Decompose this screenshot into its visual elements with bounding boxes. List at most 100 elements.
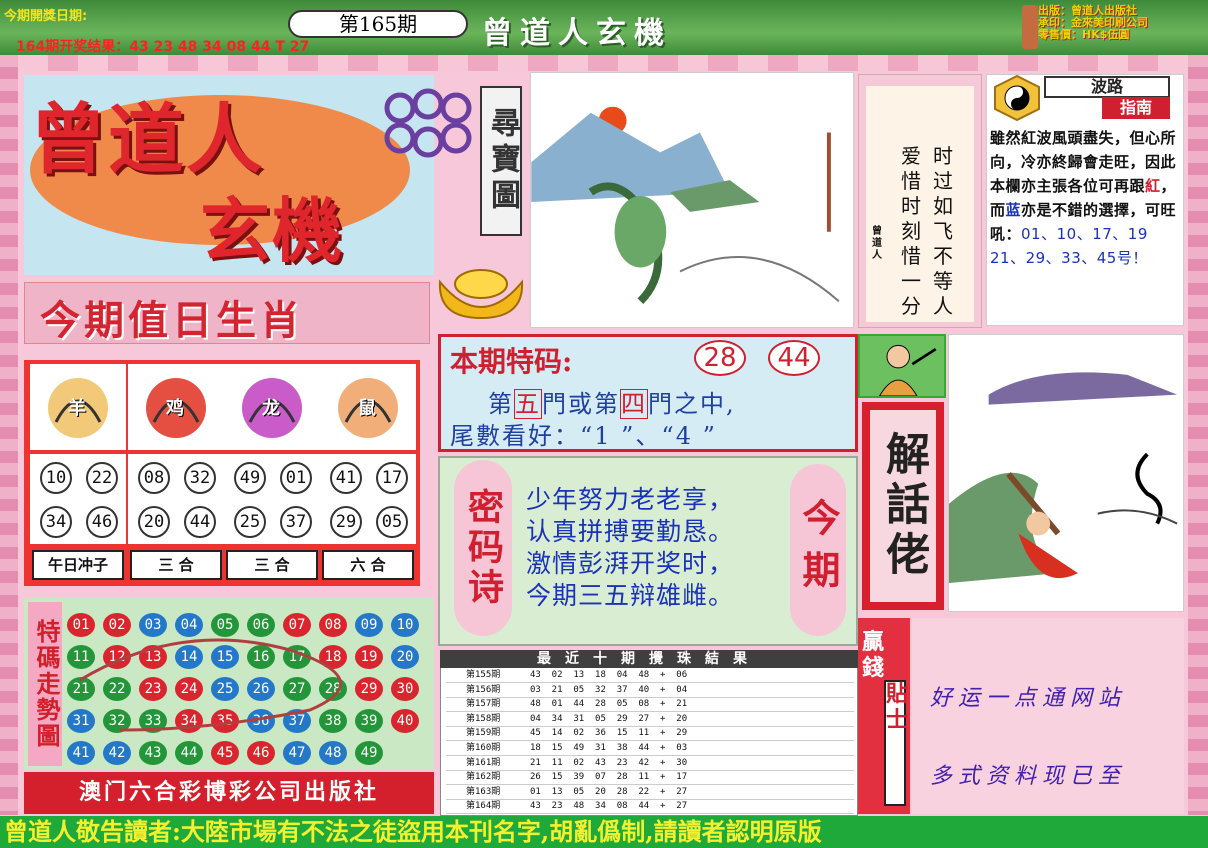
- rooster-icon: 鸡: [128, 364, 224, 450]
- special-line1-c: 門或第: [542, 390, 620, 418]
- result-numbers: 18 15 49 31 38 44 + 03: [530, 743, 688, 753]
- zodiac-relation-label: 三 合: [226, 550, 318, 580]
- left-border: [0, 55, 18, 815]
- boatman-painting: [948, 334, 1184, 612]
- number-ball: 29: [330, 506, 362, 538]
- top-stripe: [18, 55, 1188, 71]
- logo-line1: 曾道人: [30, 95, 264, 184]
- secret-poem-line: 激情彭湃开奖时，: [526, 549, 735, 578]
- number-ball: 25: [234, 506, 266, 538]
- special-line1-a: 第: [488, 390, 514, 418]
- number-ball: 41: [330, 462, 362, 494]
- result-numbers: 45 14 02 36 15 11 + 29: [530, 728, 688, 739]
- special-code-title: 本期特码:: [450, 345, 573, 378]
- yin-yang-icon: [994, 75, 1040, 121]
- poem-signature: 曾道人: [872, 226, 882, 261]
- result-numbers: 43 02 13 18 04 48 + 06: [530, 670, 688, 680]
- number-ball: 01: [280, 462, 312, 494]
- special-line1-e: 門之中,: [648, 390, 736, 418]
- tips-line2: 多式资料现已至: [930, 764, 1127, 789]
- number-ball: 17: [376, 462, 408, 494]
- number-ball: 10: [40, 462, 72, 494]
- results-title: 最近十期攪珠結果: [440, 650, 858, 668]
- zodiac-char: 羊: [68, 398, 86, 419]
- publisher-icon: [1022, 5, 1038, 49]
- zodiac-relation-label: 午日冲子: [32, 550, 124, 580]
- last-result: 164期开奖结果：43 23 48 34 08 44 T 27: [16, 39, 310, 55]
- rings-icon: [384, 88, 472, 158]
- guide-word-blue: 蓝: [1005, 201, 1022, 219]
- zodiac-relation-label: 六 合: [322, 550, 414, 580]
- treasure-map-label: 尋寶圖: [480, 86, 522, 236]
- zodiac-char: 鼠: [358, 398, 376, 419]
- secret-poem-line: 认真拼搏要勤恳。: [526, 517, 735, 546]
- right-border: [1188, 55, 1208, 815]
- man-cartoon-icon: [858, 334, 946, 398]
- result-period: 第161期: [466, 757, 501, 768]
- guide-text: 雖然紅波風頭盡失，但心所向，冷亦終歸會走旺，因此本欄亦主張各位可再跟紅，而蓝亦是…: [990, 126, 1182, 270]
- result-numbers: 26 15 39 07 28 11 + 17: [530, 772, 688, 783]
- result-period: 第160期: [466, 743, 501, 753]
- logo-line2: 玄機: [200, 189, 344, 272]
- tips-line1: 好运一点通网站: [930, 686, 1127, 711]
- result-period: 第156期: [466, 684, 501, 695]
- frog-painting: [530, 72, 854, 328]
- number-ball: 20: [138, 506, 170, 538]
- zodiac-relation-label: 三 合: [130, 550, 222, 580]
- number-ball: 08: [138, 462, 170, 494]
- result-numbers: 48 01 44 28 05 08 + 21: [530, 699, 688, 710]
- goat-icon: 羊: [30, 364, 126, 450]
- number-ball: 05: [376, 506, 408, 538]
- trend-heading: 特碼走勢圖: [28, 602, 62, 766]
- number-ball: 34: [40, 506, 72, 538]
- dragon-icon: 龙: [224, 364, 320, 450]
- result-period: 第157期: [466, 699, 501, 710]
- poem-col1: 时过如飞不等人: [933, 144, 953, 318]
- special-line1-d: 四: [620, 389, 648, 419]
- result-period: 第155期: [466, 670, 501, 680]
- this-period-label: 今期: [790, 464, 846, 636]
- number-ball: 37: [280, 506, 312, 538]
- number-ball: 46: [86, 506, 118, 538]
- number-ball: 49: [234, 462, 266, 494]
- number-ball: 22: [86, 462, 118, 494]
- result-period: 第163期: [466, 786, 501, 797]
- special-line1: 第五門或第四門之中,: [488, 384, 736, 419]
- result-numbers: 04 34 31 05 29 27 + 20: [530, 713, 688, 724]
- result-period: 第164期: [466, 801, 501, 812]
- secret-poem-line: 少年努力老老享，: [526, 485, 735, 514]
- row-divider: [446, 813, 854, 815]
- special-number: 28: [694, 340, 746, 376]
- result-period: 第158期: [466, 713, 501, 724]
- poem-col2: 爱惜时刻惜一分: [901, 144, 921, 318]
- winning-label: 贏錢: [862, 630, 885, 681]
- poem-scroll: 时过如飞不等人 爱惜时刻惜一分 曾道人: [866, 86, 974, 322]
- special-line1-b: 五: [514, 389, 542, 419]
- result-numbers: 01 13 05 20 28 22 + 27: [530, 786, 688, 797]
- rat-icon: 鼠: [320, 364, 416, 450]
- gold-ingot-icon: [438, 269, 524, 320]
- guide-word-red: 紅: [1145, 177, 1161, 195]
- guide-title: 波路: [1044, 76, 1170, 98]
- secret-poem-label: 密码诗: [454, 460, 512, 636]
- banner-title: 曾道人玄機: [482, 16, 672, 51]
- result-period: 第162期: [466, 772, 501, 783]
- price-line: 零售價：HK$伍圓: [1038, 28, 1130, 41]
- jie-hua-panel: 解話佬: [862, 402, 944, 610]
- tips-panel: 好运一点通网站 多式资料现已至: [912, 618, 1184, 814]
- guide-subtitle: 指南: [1102, 97, 1170, 119]
- trend-curve: [79, 638, 343, 732]
- tips-label: 貼士: [884, 680, 908, 806]
- zodiac-char: 龙: [262, 398, 280, 419]
- next-draw-label: 今期開獎日期:: [4, 9, 88, 24]
- zodiac-char: 鸡: [166, 398, 184, 419]
- result-numbers: 21 11 02 43 23 42 + 30: [530, 757, 688, 768]
- number-ball: 44: [184, 506, 216, 538]
- number-ball: 32: [184, 462, 216, 494]
- result-numbers: 43 23 48 34 08 44 + 27: [530, 801, 688, 812]
- publisher-info: 出版：曾道人出版社 承印：金來美印刷公司 零售價：HK$伍圓: [1038, 5, 1148, 41]
- jie-hua-label: 解話佬: [870, 410, 936, 602]
- publisher-footer: 澳门六合彩博彩公司出版社: [24, 772, 434, 814]
- special-line2: 尾數看好：“1 ”、“4 ”: [450, 422, 717, 450]
- issue-number: 第165期: [288, 10, 468, 38]
